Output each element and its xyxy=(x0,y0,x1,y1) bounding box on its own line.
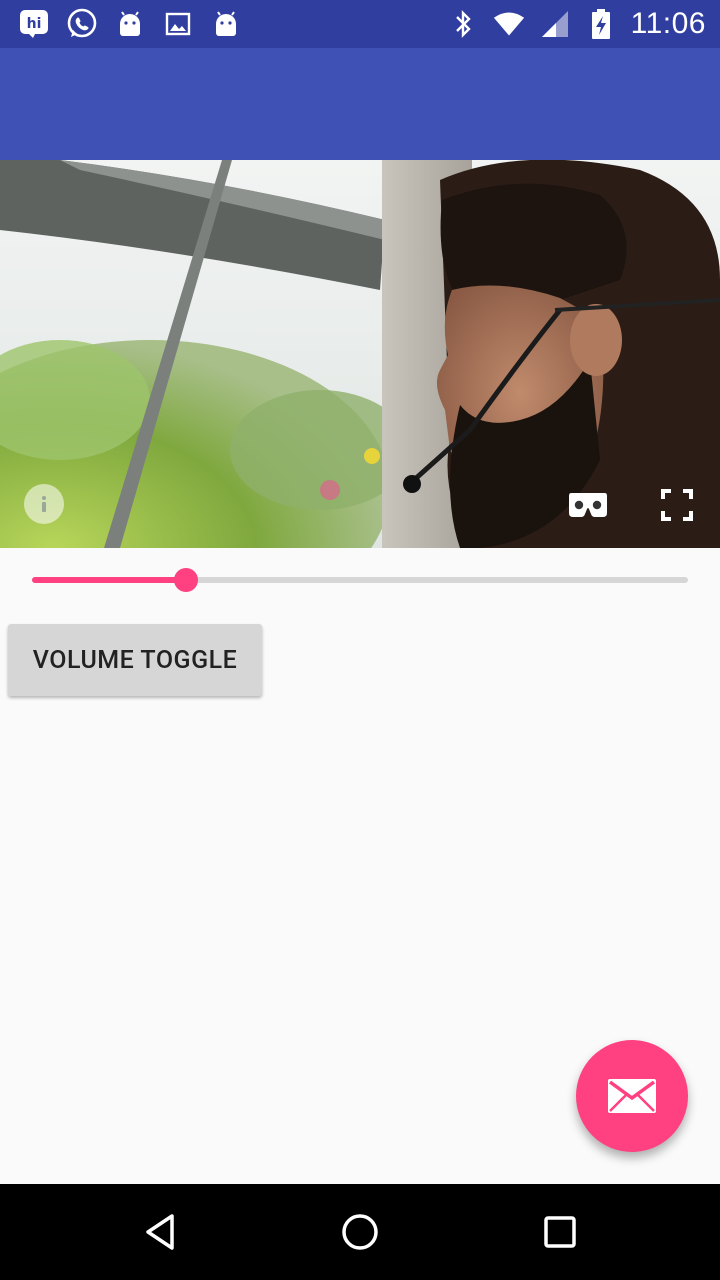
whatsapp-icon xyxy=(66,8,98,40)
hike-icon: hi xyxy=(18,8,50,40)
seek-progress xyxy=(32,577,186,583)
android-icon xyxy=(210,8,242,40)
status-bar: hi 11:06 xyxy=(0,0,720,48)
home-button[interactable] xyxy=(336,1208,384,1256)
back-icon xyxy=(146,1214,174,1250)
signal-icon xyxy=(539,8,571,40)
notification-icons: hi xyxy=(18,6,242,42)
mail-icon xyxy=(608,1079,656,1113)
navigation-bar xyxy=(0,1184,720,1280)
back-button[interactable] xyxy=(136,1208,184,1256)
system-icons: 11:06 xyxy=(447,6,706,42)
wifi-icon xyxy=(493,8,525,40)
mail-fab-button[interactable] xyxy=(576,1040,688,1152)
android-icon xyxy=(114,8,146,40)
battery-charging-icon xyxy=(585,8,617,40)
bluetooth-icon xyxy=(447,8,479,40)
cardboard-vr-icon xyxy=(569,493,607,517)
fullscreen-icon xyxy=(661,489,693,521)
info-icon xyxy=(42,496,46,512)
info-button[interactable] xyxy=(24,484,64,524)
status-clock: 11:06 xyxy=(630,7,706,40)
video-frame xyxy=(0,160,720,548)
svg-text:hi: hi xyxy=(27,16,42,32)
home-icon xyxy=(342,1214,378,1250)
fullscreen-button[interactable] xyxy=(660,488,694,522)
seek-bar[interactable] xyxy=(32,566,688,594)
seek-thumb[interactable] xyxy=(174,568,198,592)
video-player[interactable] xyxy=(0,160,720,548)
recents-icon xyxy=(544,1216,576,1248)
recents-button[interactable] xyxy=(536,1208,584,1256)
volume-toggle-button[interactable]: VOLUME TOGGLE xyxy=(8,624,262,696)
cardboard-vr-button[interactable] xyxy=(568,490,608,520)
app-bar xyxy=(0,48,720,160)
image-icon xyxy=(162,8,194,40)
